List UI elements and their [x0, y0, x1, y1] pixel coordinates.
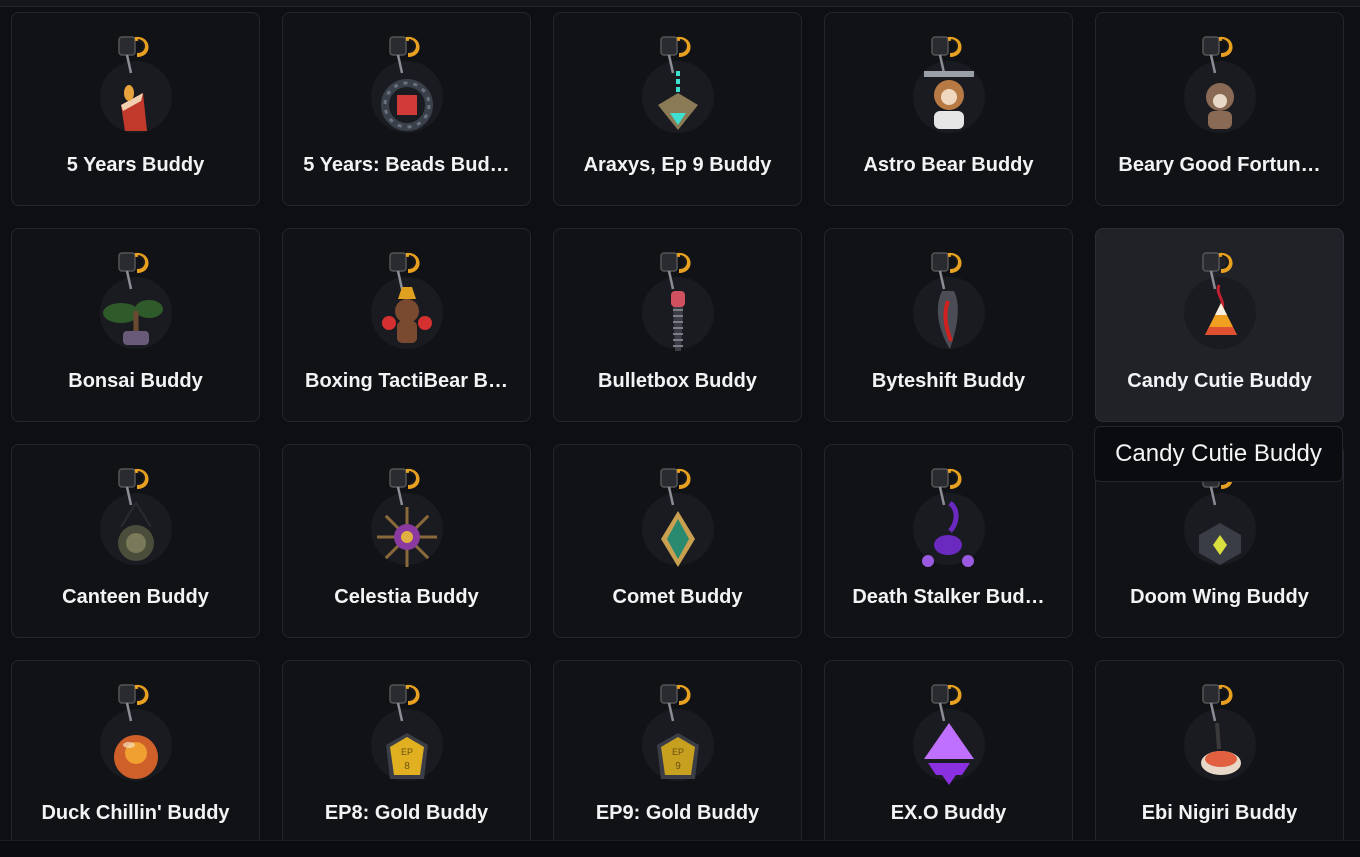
- buddy-card[interactable]: Byteshift Buddy: [824, 228, 1073, 422]
- cake-slice-charm-icon: [91, 35, 181, 145]
- buddy-name: Byteshift Buddy: [871, 370, 1026, 392]
- buddy-name: Bonsai Buddy: [68, 370, 203, 392]
- buddy-card[interactable]: Bonsai Buddy: [11, 228, 260, 422]
- buddy-card[interactable]: Death Stalker Bud…: [824, 444, 1073, 638]
- beads-ring-charm-icon: [362, 35, 452, 145]
- buddy-name: EP8: Gold Buddy: [324, 802, 489, 824]
- item-tooltip: Candy Cutie Buddy: [1094, 426, 1343, 482]
- buddy-name: Death Stalker Bud…: [852, 586, 1045, 608]
- bonsai-tree-charm-icon: [91, 251, 181, 361]
- buddy-name: Doom Wing Buddy: [1130, 586, 1309, 608]
- buddy-name: Canteen Buddy: [62, 586, 209, 608]
- byteshift-blade-charm-icon: [904, 251, 994, 361]
- buddy-name: Celestia Buddy: [334, 586, 479, 608]
- boxing-bear-charm-icon: [362, 251, 452, 361]
- buddy-card[interactable]: Canteen Buddy: [11, 444, 260, 638]
- fortune-bear-charm-icon: [1175, 35, 1265, 145]
- buddy-name: Araxys, Ep 9 Buddy: [583, 154, 772, 176]
- buddy-card[interactable]: 5 Years Buddy: [11, 12, 260, 206]
- scorpion-charm-icon: [904, 467, 994, 577]
- buddy-card[interactable]: Celestia Buddy: [282, 444, 531, 638]
- buddy-card[interactable]: EP 8 EP8: Gold Buddy: [282, 660, 531, 854]
- buddy-name: 5 Years: Beads Bud…: [303, 154, 510, 176]
- svg-text:EP: EP: [400, 747, 412, 757]
- crystal-heart-charm-icon: [633, 35, 723, 145]
- buddy-name: Boxing TactiBear B…: [305, 370, 508, 392]
- ebi-nigiri-charm-icon: [1175, 683, 1265, 793]
- candy-corn-charm-icon: [1175, 251, 1265, 361]
- bulletbox-blade-charm-icon: [633, 251, 723, 361]
- buddy-card[interactable]: Candy Cutie Buddy: [1095, 228, 1344, 422]
- buddy-card[interactable]: 5 Years: Beads Bud…: [282, 12, 531, 206]
- buddy-name: Bulletbox Buddy: [598, 370, 757, 392]
- buddy-card[interactable]: Astro Bear Buddy: [824, 12, 1073, 206]
- buddy-card[interactable]: Duck Chillin' Buddy: [11, 660, 260, 854]
- svg-text:8: 8: [404, 761, 410, 772]
- top-bar: [0, 0, 1360, 7]
- buddy-card[interactable]: Beary Good Fortun…: [1095, 12, 1344, 206]
- celestial-sun-charm-icon: [362, 467, 452, 577]
- exo-prism-charm-icon: [904, 683, 994, 793]
- buddy-card[interactable]: EX.O Buddy: [824, 660, 1073, 854]
- svg-text:EP: EP: [671, 747, 683, 757]
- buddy-name: Comet Buddy: [612, 586, 743, 608]
- buddy-name: 5 Years Buddy: [66, 154, 205, 176]
- buddy-card[interactable]: Ebi Nigiri Buddy: [1095, 660, 1344, 854]
- doom-wing-charm-icon: [1175, 467, 1265, 577]
- buddy-name: Candy Cutie Buddy: [1127, 370, 1312, 392]
- buddy-card[interactable]: EP 9 EP9: Gold Buddy: [553, 660, 802, 854]
- buddy-name: Ebi Nigiri Buddy: [1141, 802, 1298, 824]
- buddy-name: EX.O Buddy: [890, 802, 1007, 824]
- gold-badge-charm-icon: EP 9: [633, 683, 723, 793]
- bottom-bar: [0, 840, 1360, 857]
- buddy-name: Duck Chillin' Buddy: [41, 802, 230, 824]
- svg-text:9: 9: [675, 761, 681, 772]
- canteen-charm-icon: [91, 467, 181, 577]
- buddy-name: Beary Good Fortun…: [1118, 154, 1321, 176]
- buddy-card[interactable]: Comet Buddy: [553, 444, 802, 638]
- comet-star-charm-icon: [633, 467, 723, 577]
- buddy-name: Astro Bear Buddy: [863, 154, 1034, 176]
- duck-globe-charm-icon: [91, 683, 181, 793]
- buddy-card[interactable]: Araxys, Ep 9 Buddy: [553, 12, 802, 206]
- buddy-name: EP9: Gold Buddy: [595, 802, 760, 824]
- buddy-card[interactable]: Bulletbox Buddy: [553, 228, 802, 422]
- buddy-card[interactable]: Boxing TactiBear B…: [282, 228, 531, 422]
- gold-badge-charm-icon: EP 8: [362, 683, 452, 793]
- astronaut-bear-charm-icon: [904, 35, 994, 145]
